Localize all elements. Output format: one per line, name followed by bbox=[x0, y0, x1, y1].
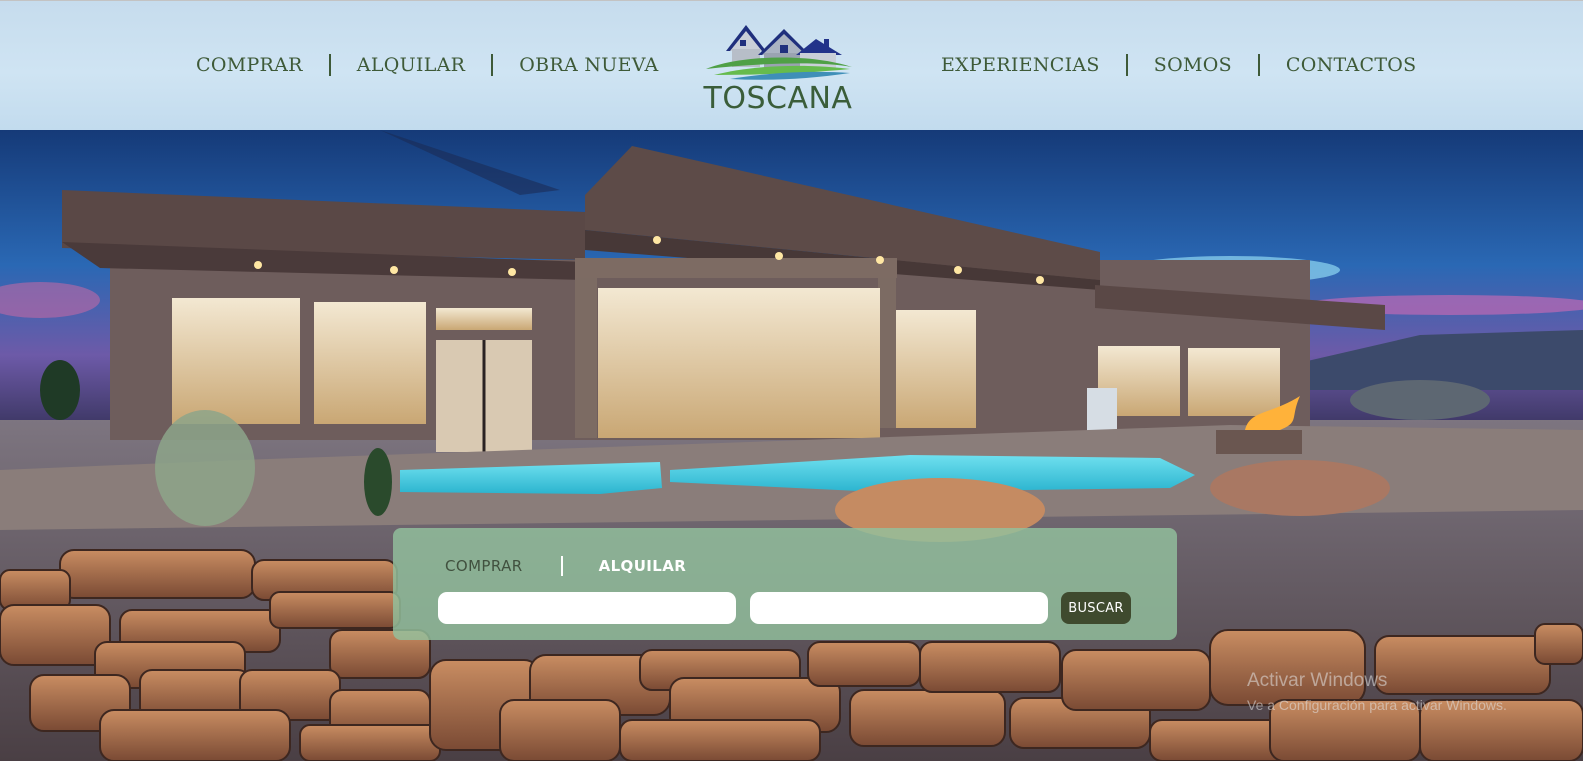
search-tabs: COMPRAR ALQUILAR bbox=[445, 556, 686, 576]
nav-separator bbox=[491, 54, 494, 76]
tab-comprar[interactable]: COMPRAR bbox=[445, 556, 523, 576]
nav-contactos[interactable]: CONTACTOS bbox=[1286, 53, 1417, 77]
nav-left: COMPRAR ALQUILAR OBRA NUEVA bbox=[196, 53, 659, 77]
site-header: COMPRAR ALQUILAR OBRA NUEVA TOSCANA EXPE… bbox=[0, 0, 1583, 131]
windows-activation-watermark: Activar Windows Ve a Configuración para … bbox=[1247, 670, 1507, 714]
site-logo[interactable]: TOSCANA bbox=[700, 19, 860, 119]
nav-comprar[interactable]: COMPRAR bbox=[196, 53, 303, 77]
search-panel: COMPRAR ALQUILAR BUSCAR bbox=[393, 528, 1177, 640]
search-location-input[interactable] bbox=[438, 592, 736, 624]
search-button[interactable]: BUSCAR bbox=[1061, 592, 1131, 624]
nav-experiencias[interactable]: EXPERIENCIAS bbox=[941, 53, 1100, 77]
logo-text: TOSCANA bbox=[703, 81, 853, 116]
house-photo bbox=[0, 130, 1583, 761]
nav-separator bbox=[1125, 54, 1128, 76]
tab-separator bbox=[560, 556, 563, 576]
search-type-input[interactable] bbox=[750, 592, 1048, 624]
nav-separator bbox=[328, 54, 331, 76]
hero-image bbox=[0, 130, 1583, 761]
watermark-title: Activar Windows bbox=[1247, 670, 1388, 691]
houses-icon bbox=[706, 25, 852, 80]
tab-alquilar[interactable]: ALQUILAR bbox=[599, 556, 687, 576]
nav-alquilar[interactable]: ALQUILAR bbox=[357, 53, 465, 77]
nav-right: EXPERIENCIAS SOMOS CONTACTOS bbox=[941, 53, 1417, 77]
watermark-subtitle: Ve a Configuración para activar Windows. bbox=[1247, 697, 1507, 713]
nav-obra-nueva[interactable]: OBRA NUEVA bbox=[519, 53, 658, 77]
nav-somos[interactable]: SOMOS bbox=[1154, 53, 1232, 77]
nav-separator bbox=[1257, 54, 1260, 76]
